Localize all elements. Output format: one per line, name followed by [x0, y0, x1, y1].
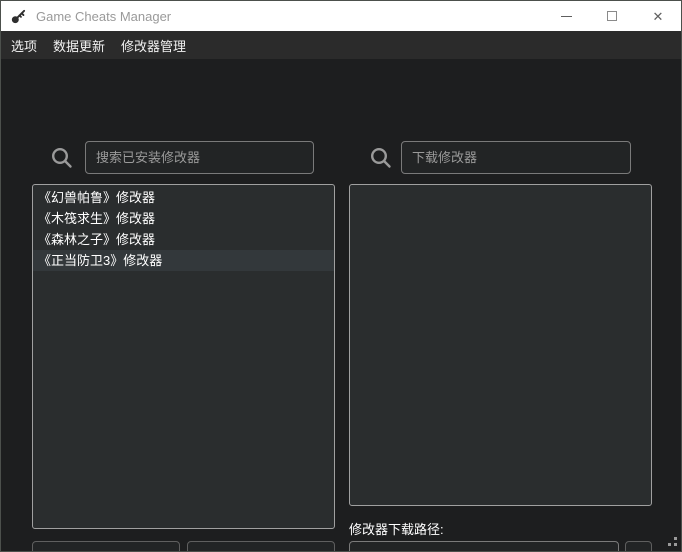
- search-icon: [51, 147, 72, 168]
- content-area: 《幻兽帕鲁》修改器 《木筏求生》修改器 《森林之子》修改器 《正当防卫3》修改器…: [1, 59, 681, 551]
- download-search-input[interactable]: [401, 141, 631, 174]
- key-icon: [11, 9, 26, 23]
- search-icon: [370, 147, 391, 168]
- menubar: 选项 数据更新 修改器管理: [1, 31, 681, 59]
- close-icon: ✕: [652, 8, 664, 24]
- download-results-list[interactable]: [349, 184, 652, 506]
- minimize-button[interactable]: [543, 1, 589, 31]
- list-item[interactable]: 《木筏求生》修改器: [33, 208, 334, 229]
- menu-item[interactable]: 选项: [3, 31, 45, 60]
- installed-trainers-list[interactable]: 《幻兽帕鲁》修改器 《木筏求生》修改器 《森林之子》修改器 《正当防卫3》修改器: [32, 184, 335, 529]
- list-item[interactable]: 《正当防卫3》修改器: [33, 250, 334, 271]
- maximize-button[interactable]: [589, 1, 635, 31]
- installed-search-input[interactable]: [85, 141, 314, 174]
- window-controls: ✕: [543, 1, 681, 31]
- menu-item[interactable]: 数据更新: [45, 31, 113, 60]
- app-window: Game Cheats Manager ✕ 选项 数据更新 修改器管理 搜索已安…: [0, 0, 682, 552]
- download-path-label: 修改器下载路径:: [349, 522, 444, 537]
- delete-button[interactable]: 删除: [187, 541, 335, 551]
- list-item[interactable]: 《幻兽帕鲁》修改器: [33, 187, 334, 208]
- launch-button[interactable]: 启动: [32, 541, 180, 551]
- browse-button[interactable]: ...: [625, 541, 652, 551]
- window-title: Game Cheats Manager: [36, 8, 172, 24]
- menu-item[interactable]: 修改器管理: [113, 31, 194, 60]
- download-path-input[interactable]: [349, 541, 619, 551]
- maximize-icon: [607, 11, 617, 21]
- titlebar[interactable]: Game Cheats Manager ✕: [1, 1, 681, 31]
- minimize-icon: [560, 15, 572, 17]
- close-button[interactable]: ✕: [635, 1, 681, 31]
- list-item[interactable]: 《森林之子》修改器: [33, 229, 334, 250]
- resize-grip[interactable]: [666, 536, 677, 547]
